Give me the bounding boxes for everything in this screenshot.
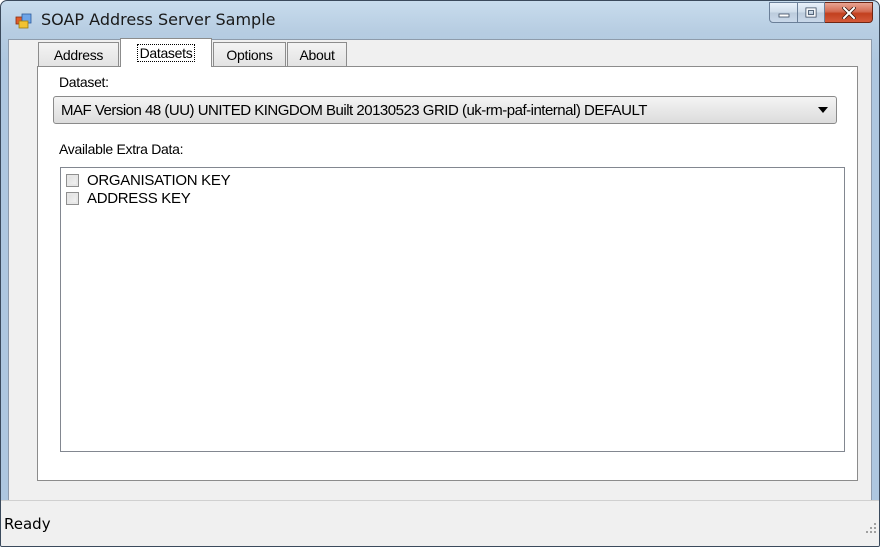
tab-options-label: Options <box>226 46 273 63</box>
tab-datasets[interactable]: Datasets <box>120 38 212 67</box>
tab-about-label: About <box>299 46 335 63</box>
close-icon <box>841 6 856 19</box>
organisation-key-checkbox[interactable] <box>66 174 79 187</box>
list-item-address-key[interactable]: ADDRESS KEY <box>66 190 191 207</box>
resize-grip-icon[interactable] <box>865 522 877 534</box>
tab-datasets-label: Datasets <box>136 44 196 62</box>
dataset-label: Dataset: <box>59 74 109 90</box>
form-icon <box>15 13 32 29</box>
minimize-icon <box>778 13 789 17</box>
address-key-label: ADDRESS KEY <box>87 190 191 207</box>
status-bar: Ready <box>1 500 879 546</box>
caption-buttons <box>769 2 873 24</box>
status-text: Ready <box>4 515 51 533</box>
tab-address[interactable]: Address <box>38 42 119 66</box>
extra-data-checklist[interactable]: ORGANISATION KEY ADDRESS KEY <box>60 167 845 452</box>
window-title: SOAP Address Server Sample <box>41 10 276 29</box>
title-bar[interactable]: SOAP Address Server Sample <box>1 1 879 39</box>
dataset-combobox[interactable]: MAF Version 48 (UU) UNITED KINGDOM Built… <box>53 96 837 124</box>
tab-about[interactable]: About <box>287 42 347 66</box>
chevron-down-icon[interactable] <box>818 107 828 113</box>
maximize-icon <box>805 7 817 18</box>
minimize-button[interactable] <box>769 2 798 23</box>
extra-data-label: Available Extra Data: <box>59 141 184 157</box>
maximize-button[interactable] <box>798 2 825 23</box>
list-item-organisation-key[interactable]: ORGANISATION KEY <box>66 172 231 189</box>
close-button[interactable] <box>825 2 873 23</box>
tab-address-label: Address <box>53 46 104 63</box>
dataset-selected-value: MAF Version 48 (UU) UNITED KINGDOM Built… <box>61 102 647 119</box>
app-window: SOAP Address Server Sample Address Datas… <box>0 0 880 547</box>
organisation-key-label: ORGANISATION KEY <box>87 172 231 189</box>
address-key-checkbox[interactable] <box>66 192 79 205</box>
tab-options[interactable]: Options <box>213 42 286 66</box>
